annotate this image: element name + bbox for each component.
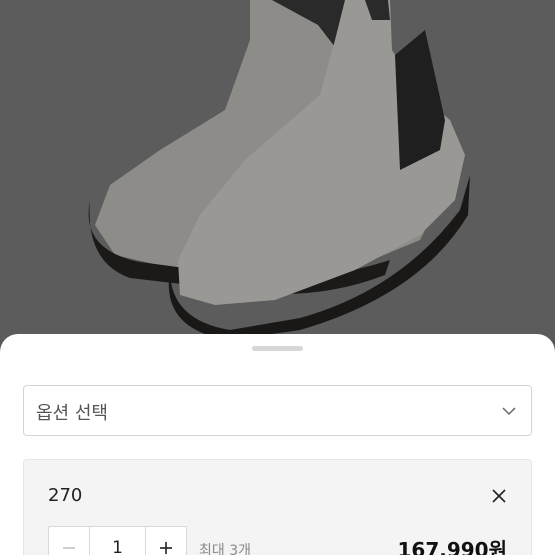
option-bottom-sheet: 옵션 선택 270 1 최대 3개 167,990원 <box>0 334 555 555</box>
selected-option-name: 270 <box>48 485 83 506</box>
decrease-quantity-button[interactable] <box>49 527 89 555</box>
minus-icon <box>62 547 75 549</box>
chevron-down-icon <box>502 407 516 416</box>
option-select-dropdown[interactable]: 옵션 선택 <box>23 385 532 436</box>
option-price: 167,990원 <box>397 538 508 555</box>
selected-option-card: 270 1 최대 3개 167,990원 <box>23 459 532 555</box>
close-icon[interactable] <box>491 488 507 504</box>
increase-quantity-button[interactable] <box>146 527 186 555</box>
max-quantity-label: 최대 3개 <box>199 543 251 555</box>
quantity-stepper: 1 <box>48 526 187 555</box>
plus-icon <box>160 542 173 554</box>
sheet-drag-handle[interactable] <box>252 346 303 351</box>
quantity-value[interactable]: 1 <box>88 527 147 555</box>
option-select-label: 옵션 선택 <box>36 403 108 424</box>
product-image <box>0 0 555 340</box>
